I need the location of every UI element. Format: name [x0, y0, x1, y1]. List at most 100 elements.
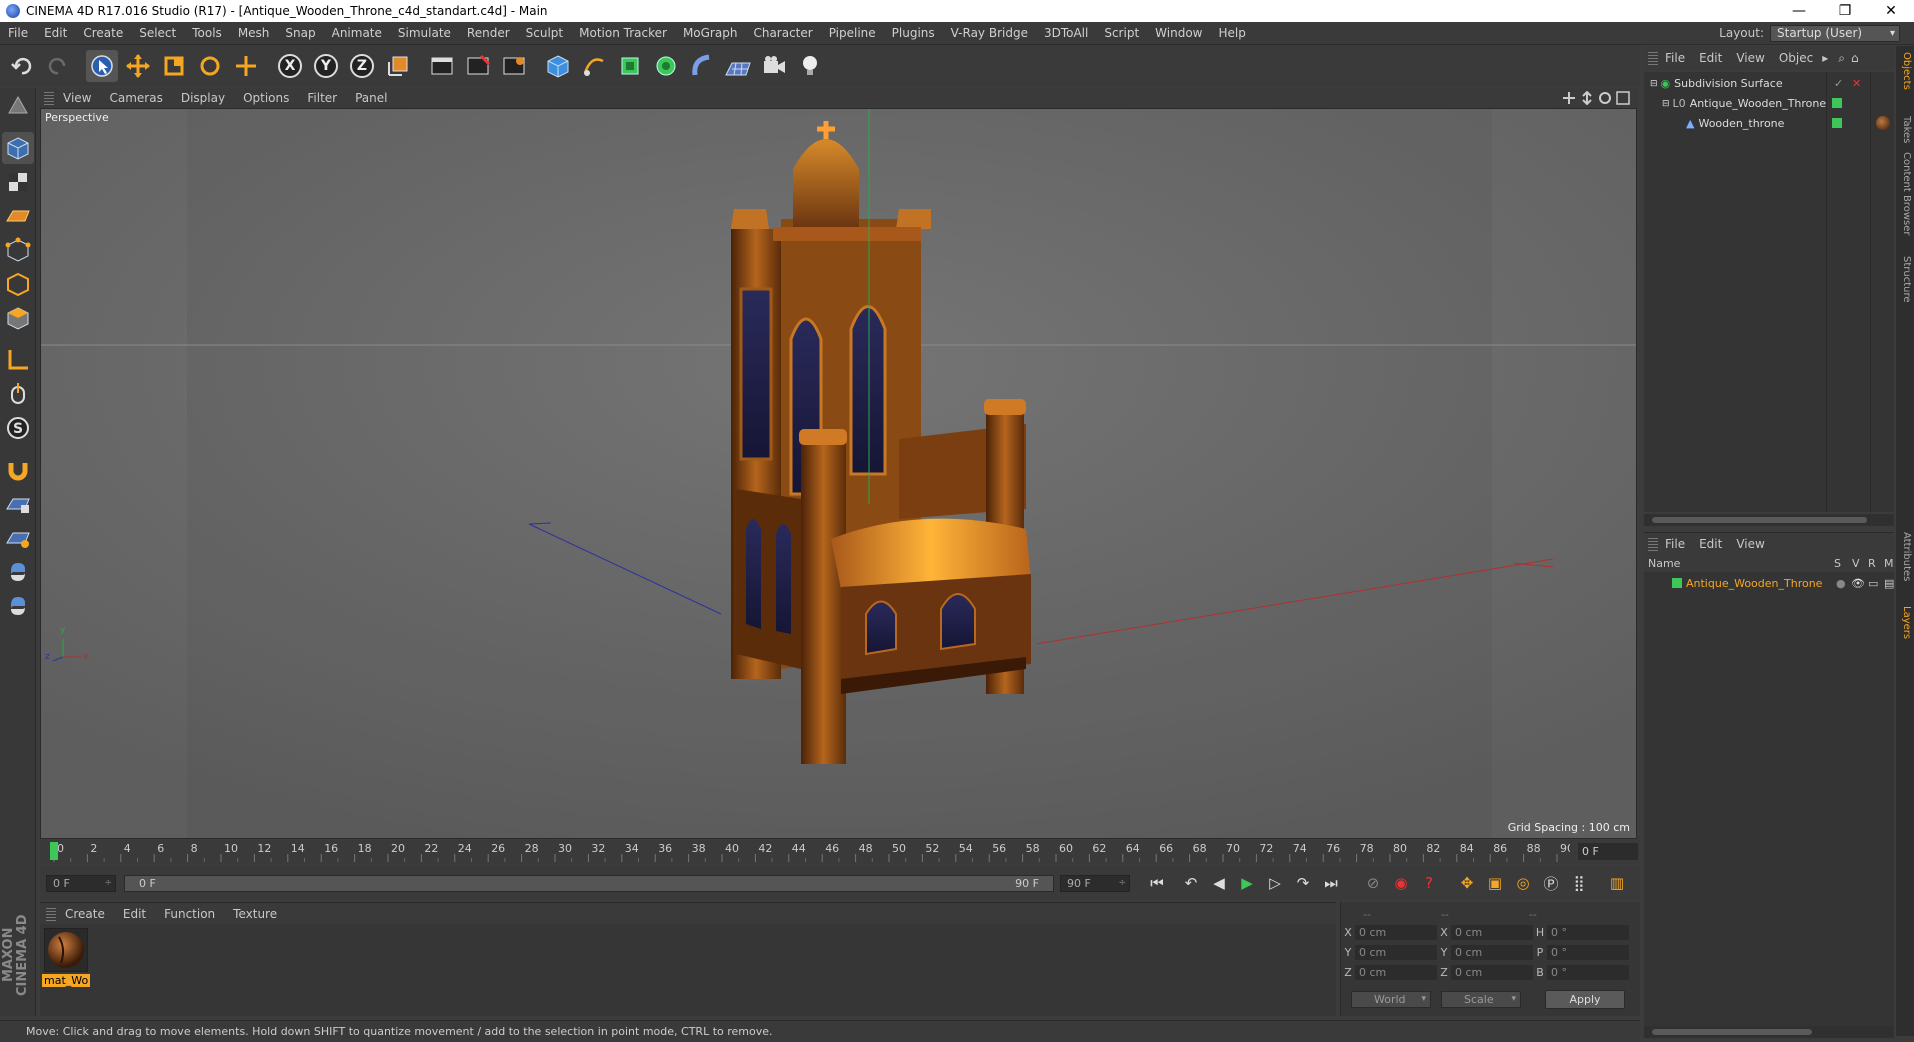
menu-mograph[interactable]: MoGraph [675, 26, 746, 40]
play-forward-icon[interactable]: ▶ [1234, 870, 1260, 896]
tab-objects[interactable]: Objects [1898, 52, 1912, 90]
start-frame-field[interactable]: 0 F [46, 874, 116, 892]
menu-select[interactable]: Select [131, 26, 184, 40]
material-menu-function[interactable]: Function [155, 907, 224, 921]
next-keyframe-icon[interactable]: ↷ [1290, 870, 1316, 896]
menu-edit[interactable]: Edit [36, 26, 75, 40]
go-to-start-icon[interactable]: ⏮ [1144, 870, 1170, 896]
render-toggle-icon[interactable]: ▭ [1868, 577, 1878, 590]
expand-icon[interactable]: ⊟ [1650, 79, 1658, 89]
mograph-cloner-icon[interactable] [650, 50, 682, 82]
menu-help[interactable]: Help [1210, 26, 1253, 40]
playhead-marker[interactable] [50, 842, 58, 860]
z-axis-lock-icon[interactable]: Z [346, 50, 378, 82]
end-frame-field[interactable]: 90 F [1060, 874, 1130, 892]
menu-3dtoall[interactable]: 3DToAll [1036, 26, 1096, 40]
home-icon[interactable]: ⌂ [1851, 51, 1859, 65]
viewport-menu-filter[interactable]: Filter [298, 91, 346, 105]
material-menu-edit[interactable]: Edit [114, 907, 155, 921]
tab-content-browser[interactable]: Content Browser [1898, 152, 1912, 235]
keyframe-selection-icon[interactable]: ? [1416, 870, 1442, 896]
previous-keyframe-icon[interactable]: ↶ [1178, 870, 1204, 896]
python-script-2-icon[interactable] [2, 590, 34, 622]
model-mode-icon[interactable] [2, 132, 34, 164]
viewport-menu-panel[interactable]: Panel [346, 91, 396, 105]
tweak-mode-icon[interactable] [2, 378, 34, 410]
tree-item-antique-wooden-throne[interactable]: ⊟ L0 Antique_Wooden_Throne [1644, 94, 1894, 113]
viewport-menu-view[interactable]: View [54, 91, 100, 105]
position-z-field[interactable]: 0 cm [1355, 965, 1437, 980]
current-frame-field[interactable]: 0 F [1578, 843, 1638, 860]
size-x-field[interactable]: 0 cm [1451, 925, 1533, 940]
key-parameter-icon[interactable]: Ⓟ [1538, 870, 1564, 896]
restore-icon[interactable]: ❐ [1822, 3, 1868, 19]
tab-structure[interactable]: Structure [1898, 256, 1912, 303]
menu-create[interactable]: Create [75, 26, 131, 40]
snap-icon[interactable]: S [2, 412, 34, 444]
layer-list-scrollbar[interactable] [1644, 1026, 1894, 1038]
close-icon[interactable]: ✕ [1868, 3, 1914, 19]
pan-view-icon[interactable] [1562, 91, 1576, 105]
light-icon[interactable] [794, 50, 826, 82]
floor-grid-icon[interactable] [722, 50, 754, 82]
menu-motion-tracker[interactable]: Motion Tracker [571, 26, 675, 40]
menu-plugins[interactable]: Plugins [884, 26, 943, 40]
menu-simulate[interactable]: Simulate [390, 26, 459, 40]
object-menu-edit[interactable]: Edit [1692, 51, 1729, 65]
menu-render[interactable]: Render [459, 26, 518, 40]
axis-mode-icon[interactable] [2, 344, 34, 376]
material-swatch[interactable] [44, 928, 88, 972]
viewport-menu-display[interactable]: Display [172, 91, 234, 105]
autokeying-icon[interactable]: ◉ [1388, 870, 1414, 896]
lock-workplane-icon[interactable] [2, 488, 34, 520]
menu-window[interactable]: Window [1147, 26, 1210, 40]
menu-pipeline[interactable]: Pipeline [821, 26, 884, 40]
rotate-tool-icon[interactable] [194, 50, 226, 82]
rotation-b-field[interactable]: 0 ° [1547, 965, 1629, 980]
zoom-view-icon[interactable] [1580, 91, 1594, 105]
pen-spline-icon[interactable] [578, 50, 610, 82]
menu-file[interactable]: File [0, 26, 36, 40]
layer-menu-view[interactable]: View [1729, 537, 1771, 551]
python-script-icon[interactable] [2, 556, 34, 588]
edit-check-icon[interactable]: ✓ [1834, 77, 1843, 90]
redo-icon[interactable] [42, 50, 74, 82]
timeline-layout-icon[interactable]: ▥ [1604, 870, 1630, 896]
tree-item-subdivision-surface[interactable]: ⊟ ◉ Subdivision Surface ✓ ✕ [1644, 74, 1894, 93]
cube-primitive-icon[interactable] [542, 50, 574, 82]
tab-attributes[interactable]: Attributes [1898, 532, 1912, 581]
subdivision-surface-icon[interactable] [614, 50, 646, 82]
points-mode-icon[interactable] [2, 234, 34, 266]
layer-menu-edit[interactable]: Edit [1692, 537, 1729, 551]
solo-toggle-icon[interactable]: ● [1836, 577, 1846, 590]
layer-item-antique-wooden-throne[interactable]: Antique_Wooden_Throne ● 👁 ▭ ▤ [1644, 574, 1894, 593]
position-y-field[interactable]: 0 cm [1355, 945, 1437, 960]
menu-vray-bridge[interactable]: V-Ray Bridge [943, 26, 1036, 40]
timeline-ruler[interactable]: 0 2 4 6 8 10 12 14 16 18 20 22 24 26 28 30 32 34 36 38 40 42 4… [40, 840, 1640, 864]
size-mode-select[interactable]: Scale [1441, 991, 1521, 1008]
object-menu-view[interactable]: View [1729, 51, 1771, 65]
go-to-end-icon[interactable]: ⏭ [1318, 870, 1344, 896]
coordinate-system-icon[interactable] [382, 50, 414, 82]
menu-snap[interactable]: Snap [277, 26, 323, 40]
deformer-bend-icon[interactable] [686, 50, 718, 82]
layer-color-swatch[interactable] [1672, 578, 1682, 588]
maximize-view-icon[interactable] [1616, 91, 1630, 105]
viewport-menu-cameras[interactable]: Cameras [100, 91, 171, 105]
object-menu-file[interactable]: File [1658, 51, 1692, 65]
menu-overflow-icon[interactable]: ▸ [1822, 51, 1828, 65]
record-keys-icon[interactable]: ⊘ [1360, 870, 1386, 896]
rotation-h-field[interactable]: 0 ° [1547, 925, 1629, 940]
render-check-icon[interactable]: ✕ [1852, 77, 1861, 90]
tab-takes[interactable]: Takes [1898, 116, 1912, 143]
layer-menu-file[interactable]: File [1658, 537, 1692, 551]
previous-frame-icon[interactable]: ◀ [1206, 870, 1232, 896]
render-settings-icon[interactable] [498, 50, 530, 82]
coordinate-mode-select[interactable]: World [1351, 991, 1431, 1008]
x-axis-lock-icon[interactable]: X [274, 50, 306, 82]
planar-workplane-icon[interactable] [2, 522, 34, 554]
panel-grip-icon[interactable] [44, 91, 54, 105]
panel-grip-icon[interactable] [1648, 51, 1658, 65]
frame-range-slider[interactable]: 0 F 90 F [124, 874, 1054, 892]
object-tree-scrollbar[interactable] [1644, 514, 1894, 526]
